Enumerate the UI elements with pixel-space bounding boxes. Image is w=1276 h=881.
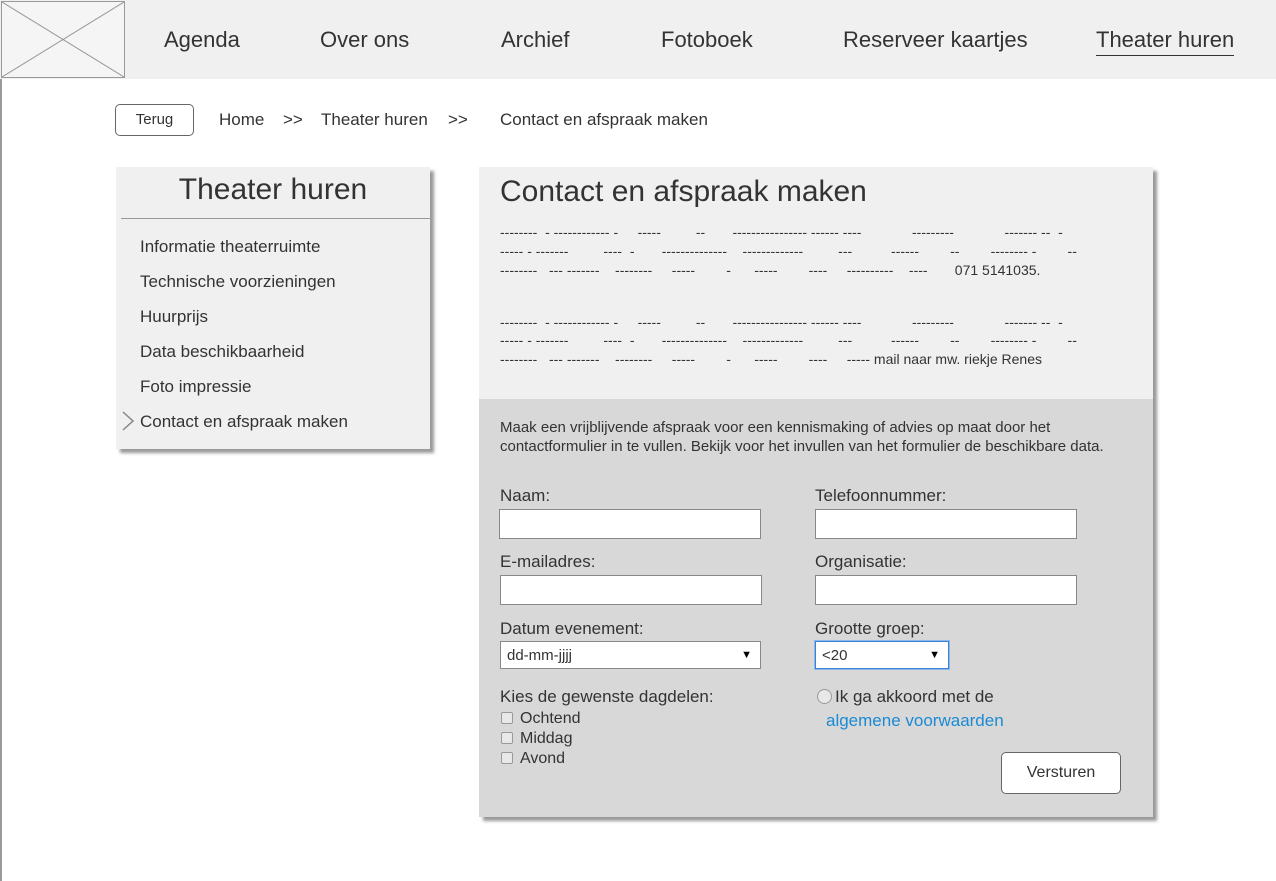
breadcrumb-home[interactable]: Home: [219, 110, 264, 130]
organisation-field[interactable]: [815, 575, 1077, 605]
form-intro-text: Maak een vrijblijvende afspraak voor een…: [500, 419, 1104, 455]
nav-item-archief[interactable]: Archief: [501, 27, 569, 53]
placeholder-text-line: -------- - ------------ - ----- -- -----…: [500, 224, 1063, 240]
main-content-panel: Contact en afspraak maken -------- - ---…: [479, 167, 1153, 817]
placeholder-text-line: ----- - ------- ---- - -------------- --…: [500, 243, 1077, 259]
phone-field[interactable]: [815, 509, 1077, 539]
caret-down-icon: ▼: [929, 649, 940, 661]
name-field[interactable]: [499, 509, 761, 539]
sidebar-title: Theater huren: [178, 173, 368, 206]
dayparts-label: Kies de gewenste dagdelen:: [500, 687, 714, 706]
organisation-label: Organisatie:: [815, 552, 907, 571]
nav-item-over-ons[interactable]: Over ons: [320, 27, 409, 53]
breadcrumb-current: Contact en afspraak maken: [500, 110, 708, 129]
group-size-label: Grootte groep:: [815, 619, 925, 638]
logo-placeholder-image[interactable]: [1, 1, 125, 78]
sidebar-item-technische-voorzieningen[interactable]: Technische voorzieningen: [140, 272, 336, 292]
terms-link[interactable]: algemene voorwaarden: [826, 711, 1004, 731]
email-label: E-mailadres:: [500, 552, 596, 571]
breadcrumb-theater-huren[interactable]: Theater huren: [321, 110, 428, 130]
sidebar-item-data-beschikbaarheid[interactable]: Data beschikbaarheid: [140, 342, 304, 362]
nav-item-fotoboek[interactable]: Fotoboek: [661, 27, 753, 53]
agree-terms-radio[interactable]: [817, 689, 832, 704]
sidebar-item-contact-en-afspraak-maken[interactable]: Contact en afspraak maken: [140, 412, 348, 432]
event-date-value: dd-mm-jjjj: [507, 647, 572, 664]
checkbox-label-middag: Middag: [520, 730, 573, 747]
placeholder-text-line: ----- - ------- ---- - -------------- --…: [500, 332, 1077, 348]
sidebar-item-huurprijs[interactable]: Huurprijs: [140, 307, 208, 327]
page-title: Contact en afspraak maken: [500, 175, 867, 208]
placeholder-text-line: -------- --- ------- -------- ----- - --…: [500, 351, 1042, 367]
breadcrumb-separator: >>: [448, 110, 468, 129]
checkbox-middag[interactable]: [501, 732, 513, 744]
group-size-value: <20: [822, 647, 848, 664]
checkbox-label-avond: Avond: [520, 750, 566, 767]
agree-terms-label: Ik ga akkoord met de: [835, 687, 994, 706]
placeholder-text-line: -------- --- ------- -------- ----- - --…: [500, 262, 1041, 278]
event-date-label: Datum evenement:: [500, 619, 644, 638]
email-field[interactable]: [500, 575, 762, 605]
checkbox-avond[interactable]: [501, 752, 513, 764]
page-frame-edge: [0, 0, 2, 881]
sidebar-item-foto-impressie[interactable]: Foto impressie: [140, 377, 251, 397]
checkbox-ochtend[interactable]: [501, 712, 513, 724]
chevron-right-icon: [122, 411, 135, 436]
placeholder-text-line: -------- - ------------ - ----- -- -----…: [500, 314, 1063, 330]
nav-item-agenda[interactable]: Agenda: [164, 27, 240, 53]
back-button[interactable]: Terug: [115, 104, 194, 136]
sidebar-item-informatie-theaterruimte[interactable]: Informatie theaterruimte: [140, 237, 320, 257]
breadcrumb-separator: >>: [283, 110, 303, 129]
name-label: Naam:: [500, 486, 551, 505]
group-size-select[interactable]: <20 ▼: [815, 641, 949, 669]
nav-item-theater-huren[interactable]: Theater huren: [1096, 27, 1235, 56]
sidebar-divider: [121, 218, 430, 219]
checkbox-label-ochtend: Ochtend: [520, 710, 581, 727]
phone-label: Telefoonnummer:: [815, 486, 947, 505]
event-date-select[interactable]: dd-mm-jjjj ▼: [500, 641, 761, 669]
nav-item-reserveer-kaartjes[interactable]: Reserveer kaartjes: [843, 27, 1028, 53]
top-navigation-bar: Agenda Over ons Archief Fotoboek Reserve…: [0, 0, 1276, 79]
submit-button[interactable]: Versturen: [1001, 752, 1121, 794]
contact-form: Maak een vrijblijvende afspraak voor een…: [479, 399, 1153, 817]
sidebar-menu: Theater huren Informatie theaterruimte T…: [116, 167, 430, 449]
caret-down-icon: ▼: [741, 649, 752, 661]
